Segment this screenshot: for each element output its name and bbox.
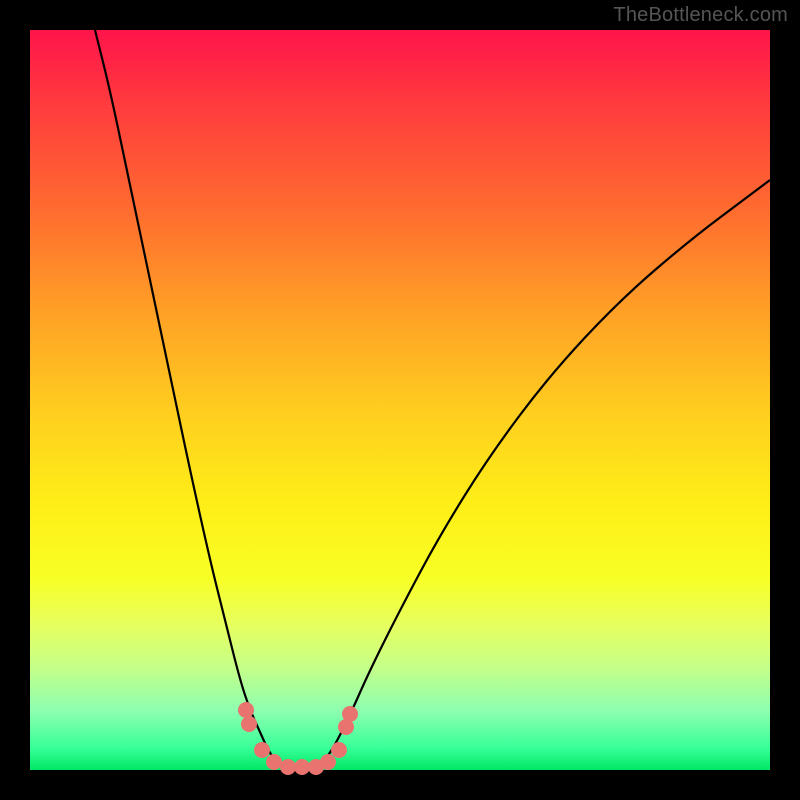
watermark-text: TheBottleneck.com <box>613 4 788 27</box>
plot-area <box>30 30 770 770</box>
marker-point <box>342 706 358 722</box>
marker-point <box>331 742 347 758</box>
curve-svg <box>30 30 770 770</box>
curve-right-branch <box>325 180 770 760</box>
chart-container: TheBottleneck.com <box>0 0 800 800</box>
marker-point <box>241 716 257 732</box>
curve-left-branch <box>95 30 275 760</box>
